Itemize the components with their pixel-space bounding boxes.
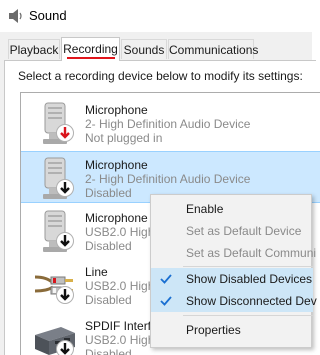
instruction-text: Select a recording device below to modif… — [18, 69, 303, 83]
disabled-arrow-icon — [56, 179, 74, 197]
checkmark-icon — [160, 274, 172, 284]
menu-separator — [183, 315, 313, 316]
tab-playback[interactable]: Playback — [8, 39, 60, 59]
device-status: Disabled — [85, 239, 132, 253]
device-description: 2- High Definition Audio Device — [85, 172, 251, 186]
device-description: USB2.0 High — [85, 225, 155, 239]
menu-item-show-disabled-devices[interactable]: Show Disabled Devices — [151, 268, 313, 290]
menu-item-label: Properties — [186, 323, 241, 337]
not-plugged-in-icon — [56, 124, 74, 142]
device-status: Not plugged in — [85, 131, 163, 145]
menu-separator — [183, 266, 313, 267]
device-row[interactable]: Microphone 2- High Definition Audio Devi… — [21, 97, 320, 149]
menu-item-label: Enable — [186, 202, 224, 216]
tab-sounds[interactable]: Sounds — [121, 39, 167, 59]
active-tab-indicator — [67, 57, 115, 59]
menu-item-label: Show Disabled Devices — [186, 272, 313, 286]
context-menu: Enable Set as Default Device Set as Defa… — [150, 194, 317, 348]
title-bar: Sound — [0, 0, 312, 32]
device-name: SPDIF Interfa — [85, 319, 158, 333]
device-status: Disabled — [85, 186, 132, 200]
device-status: Disabled — [85, 293, 132, 307]
disabled-arrow-icon — [56, 286, 74, 304]
device-name: Line — [85, 265, 108, 279]
menu-item-enable[interactable]: Enable — [151, 198, 313, 220]
tab-communications[interactable]: Communications — [168, 39, 258, 59]
device-description: 2- High Definition Audio Device — [85, 117, 251, 131]
window-title: Sound — [29, 8, 67, 23]
menu-item-set-default-communication[interactable]: Set as Default Communi — [151, 242, 317, 264]
menu-item-show-disconnected-devices[interactable]: Show Disconnected Dev — [151, 290, 317, 312]
device-description: USB2.0 High — [85, 279, 155, 293]
menu-item-label: Set as Default Communi — [186, 246, 317, 260]
device-description: USB2.0 High — [85, 333, 155, 347]
menu-item-label: Set as Default Device — [186, 224, 302, 238]
speaker-icon — [9, 9, 22, 23]
device-name: Microphone — [85, 211, 148, 225]
disabled-arrow-icon — [56, 340, 74, 355]
checkmark-icon — [160, 296, 172, 306]
menu-item-set-default-device[interactable]: Set as Default Device — [151, 220, 313, 242]
menu-item-label: Show Disconnected Dev — [186, 294, 317, 308]
device-name: Microphone — [85, 103, 148, 117]
device-name: Microphone — [85, 158, 148, 172]
menu-item-properties[interactable]: Properties — [151, 319, 313, 341]
disabled-arrow-icon — [56, 232, 74, 250]
device-status: Disabled — [85, 347, 132, 355]
